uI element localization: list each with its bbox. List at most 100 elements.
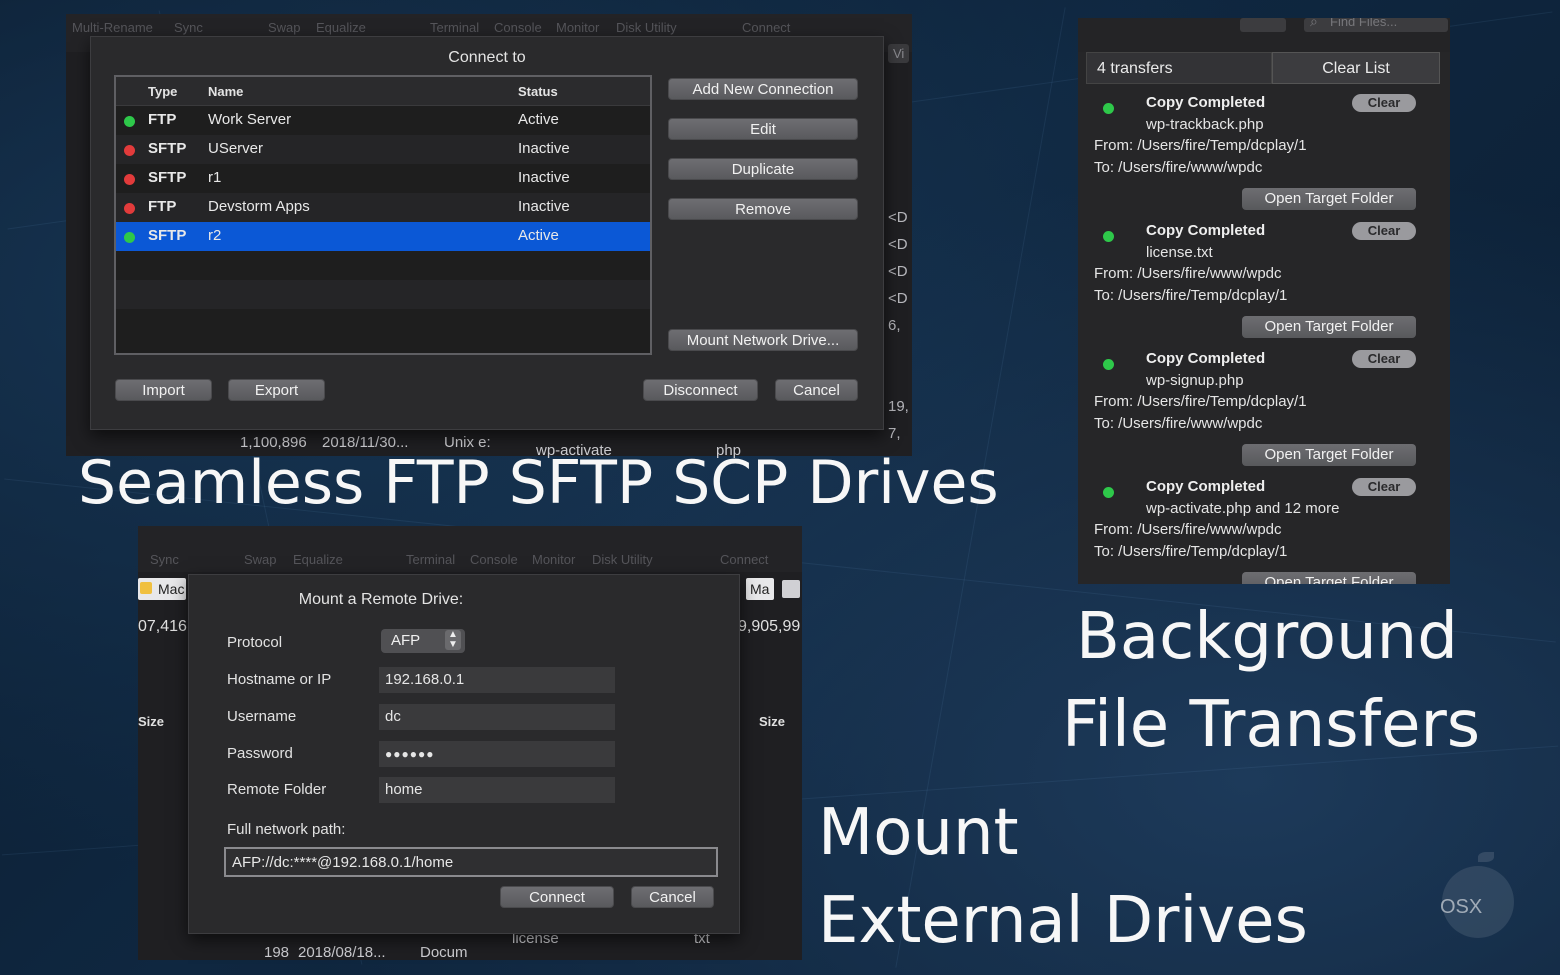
disconnect-button[interactable]: Disconnect — [643, 379, 758, 401]
protocol-select[interactable]: AFP ▲ ▼ — [381, 629, 465, 653]
table-row[interactable]: SFTP UServer Inactive — [116, 135, 650, 164]
search-placeholder: Find Files... — [1330, 18, 1398, 29]
open-target-folder-button[interactable]: Open Target Folder — [1242, 316, 1416, 338]
stepper-icon: ▲ ▼ — [445, 630, 461, 650]
table-header: Type Name Status — [116, 77, 650, 106]
clear-list-button[interactable]: Clear List — [1272, 52, 1440, 84]
table-row[interactable]: FTP Devstorm Apps Inactive — [116, 193, 650, 222]
footer-file-kind: Docum — [420, 944, 468, 961]
right-pane-row: 19, — [888, 398, 909, 415]
add-new-connection-button[interactable]: Add New Connection — [668, 78, 858, 100]
headline-background: Background — [1076, 600, 1458, 674]
status-indicator-icon — [124, 232, 135, 243]
right-pane-row: 7, — [888, 425, 901, 442]
connect-button[interactable]: Connect — [500, 886, 614, 908]
export-button[interactable]: Export — [228, 379, 325, 401]
username-field[interactable]: dc — [379, 704, 615, 730]
right-pane-row: <D — [888, 290, 908, 307]
full-network-path-field[interactable]: AFP://dc:****@192.168.0.1/home — [224, 847, 718, 877]
toolbar-item-monitor[interactable]: Monitor — [556, 20, 599, 35]
apple-logo-icon: OSX — [1438, 852, 1518, 942]
list-view-icon[interactable] — [1240, 18, 1286, 32]
toolbar-item-disk-utility[interactable]: Disk Utility — [592, 552, 653, 567]
connection-name: Devstorm Apps — [208, 198, 310, 215]
password-field[interactable]: ●●●●●● — [379, 741, 615, 767]
connections-table[interactable]: Type Name Status FTP Work Server Active … — [114, 75, 652, 355]
hostname-label: Hostname or IP — [227, 671, 332, 688]
drive-icon[interactable] — [782, 580, 800, 598]
search-icon: ⌕ — [1310, 18, 1318, 29]
toolbar-item-connect[interactable]: Connect — [742, 20, 790, 35]
toolbar-item-equalize[interactable]: Equalize — [316, 20, 366, 35]
clear-transfer-button[interactable]: Clear — [1352, 222, 1416, 240]
toolbar-item-swap[interactable]: Swap — [244, 552, 277, 567]
connection-status: Inactive — [518, 198, 570, 215]
remove-button[interactable]: Remove — [668, 198, 858, 220]
right-pane-tab-label: Ma — [750, 581, 770, 597]
transfer-item: Copy Completed Clear wp-activate.php and… — [1086, 476, 1438, 584]
clear-transfer-button[interactable]: Clear — [1352, 94, 1416, 112]
connection-type: SFTP — [148, 169, 187, 186]
panel-top-bar: ⌕ Find Files... — [1078, 18, 1450, 52]
transfer-file: wp-trackback.php — [1146, 116, 1264, 133]
toolbar-item-monitor[interactable]: Monitor — [532, 552, 575, 567]
open-target-folder-button[interactable]: Open Target Folder — [1242, 188, 1416, 210]
table-row-selected[interactable]: SFTP r2 Active — [116, 222, 650, 251]
toolbar-item-console[interactable]: Console — [494, 20, 542, 35]
headline-file-transfers: File Transfers — [1062, 688, 1481, 762]
column-header-name[interactable]: Name — [208, 84, 243, 99]
open-target-folder-button[interactable]: Open Target Folder — [1242, 444, 1416, 466]
column-header-type[interactable]: Type — [148, 84, 177, 99]
right-pane-tab[interactable]: Ma — [746, 578, 774, 600]
toolbar-item-terminal[interactable]: Terminal — [430, 20, 479, 35]
mount-network-drive-button[interactable]: Mount Network Drive... — [668, 329, 858, 351]
right-pane-row: <D — [888, 236, 908, 253]
transfer-status: Copy Completed — [1146, 478, 1266, 495]
left-size-header[interactable]: Size — [138, 714, 164, 729]
toolbar-item-equalize[interactable]: Equalize — [293, 552, 343, 567]
toolbar-item-sync[interactable]: Sync — [150, 552, 179, 567]
remote-folder-label: Remote Folder — [227, 781, 327, 798]
completed-status-icon — [1103, 487, 1114, 498]
connection-status: Inactive — [518, 169, 570, 186]
toolbar-item-swap[interactable]: Swap — [268, 20, 301, 35]
connection-type: FTP — [148, 111, 177, 128]
column-header-status[interactable]: Status — [518, 84, 558, 99]
toolbar-item-console[interactable]: Console — [470, 552, 518, 567]
right-size-header[interactable]: Size — [759, 714, 785, 729]
right-pane-value: 9,905,99 — [738, 618, 801, 635]
open-target-folder-button[interactable]: Open Target Folder — [1242, 572, 1416, 584]
completed-status-icon — [1103, 231, 1114, 242]
toolbar-item-multi-rename[interactable]: Multi-Rename — [72, 20, 153, 35]
transfers-count-label: 4 transfers — [1086, 52, 1272, 84]
connection-type: SFTP — [148, 140, 187, 157]
import-button[interactable]: Import — [115, 379, 212, 401]
connection-name: r2 — [208, 227, 222, 244]
footer-file-size: 198 — [264, 944, 290, 961]
connection-name: Work Server — [208, 111, 292, 128]
toolbar-item-terminal[interactable]: Terminal — [406, 552, 455, 567]
transfer-file: license.txt — [1146, 244, 1213, 261]
transfer-status: Copy Completed — [1146, 222, 1266, 239]
toolbar-item-sync[interactable]: Sync — [174, 20, 203, 35]
table-row[interactable]: SFTP r1 Inactive — [116, 164, 650, 193]
mount-cancel-button[interactable]: Cancel — [631, 886, 714, 908]
right-pane-tag[interactable]: Vi — [888, 44, 910, 63]
dialog-title: Connect to — [448, 49, 526, 66]
remote-folder-field[interactable]: home — [379, 777, 615, 803]
duplicate-button[interactable]: Duplicate — [668, 158, 858, 180]
transfer-to: To: /Users/fire/www/wpdc — [1094, 415, 1263, 432]
table-row[interactable]: FTP Work Server Active — [116, 106, 650, 135]
right-pane-row: <D — [888, 209, 908, 226]
right-pane-row: 6, — [888, 317, 901, 334]
toolbar-item-connect[interactable]: Connect — [720, 552, 768, 567]
edit-button[interactable]: Edit — [668, 118, 858, 140]
cancel-button[interactable]: Cancel — [775, 379, 858, 401]
toolbar-item-disk-utility[interactable]: Disk Utility — [616, 20, 677, 35]
connection-status: Active — [518, 111, 559, 128]
clear-transfer-button[interactable]: Clear — [1352, 350, 1416, 368]
hostname-field[interactable]: 192.168.0.1 — [379, 667, 615, 693]
transfer-item: Copy Completed Clear wp-trackback.php Fr… — [1086, 92, 1438, 220]
clear-transfer-button[interactable]: Clear — [1352, 478, 1416, 496]
